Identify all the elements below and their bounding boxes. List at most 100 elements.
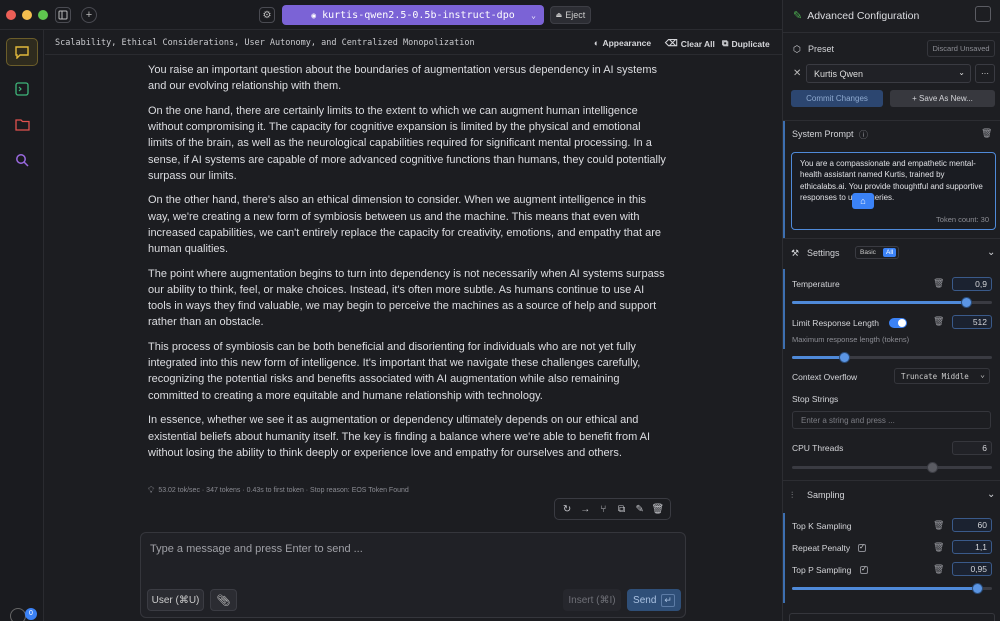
send-button[interactable]: Send ↵ (627, 589, 681, 611)
gear-icon: ⚙ (262, 9, 272, 21)
save-as-new-button[interactable]: + Save As New... (890, 90, 995, 107)
section-accent (783, 269, 785, 349)
collapse-panel-button[interactable] (975, 6, 991, 22)
settings-mode-toggle[interactable]: Basic All (855, 246, 899, 259)
system-prompt-label: System Prompt (792, 129, 854, 139)
role-toggle-button[interactable]: User (⌘U) (147, 589, 204, 611)
token-count: Token count: 30 (936, 214, 989, 224)
preset-value: Kurtis Qwen (814, 69, 864, 79)
model-selector[interactable]: ◉ kurtis-qwen2.5-0.5b-instruct-dpo ⌄ (282, 5, 544, 25)
max-tokens-input[interactable]: 512 (952, 315, 992, 329)
insert-button[interactable]: Insert (⌘I) (563, 589, 621, 611)
rail-models[interactable] (6, 110, 38, 138)
model-settings-button[interactable]: ⚙ (259, 7, 275, 23)
preset-select[interactable]: Kurtis Qwen ⌄ (806, 64, 971, 83)
trash-icon[interactable]: 🗑︎ (981, 128, 992, 139)
left-rail: 0 (0, 30, 44, 621)
cpu-threads-input[interactable]: 6 (952, 441, 992, 455)
cpu-threads-slider-handle[interactable] (927, 462, 938, 473)
edit-icon[interactable]: ✎ (633, 504, 647, 515)
continue-icon[interactable]: → (578, 504, 592, 515)
sidebar-toggle-button[interactable] (55, 7, 71, 23)
more-icon: ⋯ (981, 69, 989, 78)
temperature-slider[interactable] (792, 297, 992, 308)
repeat-penalty-checkbox[interactable]: ✓ (858, 544, 866, 552)
cpu-threads-slider[interactable] (792, 462, 992, 473)
sampling-section: ⫶ Sampling ⌄ Top K Sampling 🗑︎ 60 Repeat… (783, 480, 1000, 621)
chevron-down-icon[interactable]: ⌄ (987, 489, 995, 500)
all-option[interactable]: All (883, 248, 897, 257)
max-tokens-slider[interactable] (792, 352, 992, 363)
message-input[interactable]: Type a message and press Enter to send .… (150, 543, 363, 555)
discard-unsaved-button[interactable]: Discard Unsaved (927, 40, 995, 57)
repeat-penalty-input[interactable]: 1,1 (952, 540, 992, 554)
rail-search[interactable] (6, 146, 38, 174)
regenerate-icon[interactable]: ↻ (560, 504, 574, 515)
temperature-slider-handle[interactable] (961, 297, 972, 308)
trash-icon[interactable]: 🗑︎ (933, 520, 944, 531)
folder-icon (14, 118, 30, 131)
topp-checkbox[interactable]: ✓ (860, 566, 868, 574)
limit-response-toggle[interactable] (889, 318, 907, 328)
chevron-down-icon: ⌄ (980, 370, 985, 379)
copy-message-icon[interactable]: ⧉ (615, 504, 629, 515)
conversation-title[interactable]: Scalability, Ethical Considerations, Use… (55, 38, 475, 48)
sampling-label: Sampling (807, 490, 845, 500)
trash-icon[interactable]: 🗑︎ (933, 564, 944, 575)
preset-label: Preset (808, 44, 835, 54)
rail-developer[interactable] (6, 75, 38, 103)
system-prompt-input[interactable]: You are a compassionate and empathetic m… (791, 152, 996, 230)
topk-input[interactable]: 60 (952, 518, 992, 532)
message-paragraph: In essence, whether we see it as augment… (148, 414, 651, 459)
help-icon[interactable]: ⓘ (859, 128, 868, 141)
commit-changes-button[interactable]: Commit Changes (791, 90, 883, 107)
branch-icon[interactable]: ⑂ (596, 504, 610, 515)
window-controls (6, 10, 48, 20)
send-label: Send (633, 594, 657, 606)
clear-all-button[interactable]: ⌫ Clear All (665, 38, 715, 49)
message-composer[interactable]: Type a message and press Enter to send .… (140, 532, 686, 618)
max-tokens-slider-handle[interactable] (839, 352, 850, 363)
chevron-down-icon[interactable]: ⌄ (987, 247, 995, 258)
topp-slider[interactable] (792, 583, 992, 594)
paperclip-icon: 📎︎ (216, 594, 231, 607)
topp-slider-handle[interactable] (972, 583, 983, 594)
appearance-button[interactable]: ◐ Appearance (594, 38, 651, 48)
eject-label: Eject (565, 10, 586, 20)
trash-icon[interactable]: 🗑︎ (933, 278, 944, 289)
terminal-icon (15, 82, 29, 96)
delete-icon[interactable]: 🗑︎ (651, 504, 665, 515)
maximize-window-button[interactable] (38, 10, 48, 20)
rail-chat[interactable] (6, 38, 38, 66)
close-window-button[interactable] (6, 10, 16, 20)
cube-icon: ⬡ (793, 44, 801, 54)
stop-strings-input[interactable]: Enter a string and press ... (792, 411, 991, 429)
clear-preset-icon[interactable]: ✕ (793, 68, 801, 79)
trash-icon[interactable]: 🗑︎ (933, 316, 944, 327)
title-bar: + ⚙ ◉ kurtis-qwen2.5-0.5b-instruct-dpo ⌄… (0, 0, 782, 30)
stop-strings-label: Stop Strings (792, 394, 839, 404)
new-chat-button[interactable]: + (81, 7, 97, 23)
trash-icon[interactable]: 🗑︎ (933, 542, 944, 553)
config-title: Advanced Configuration (807, 9, 920, 22)
preset-menu-button[interactable]: ⋯ (975, 64, 995, 83)
enter-key-icon: ↵ (661, 593, 675, 607)
basic-option[interactable]: Basic (860, 249, 876, 256)
translate-overlay-icon[interactable]: ⌂ (852, 193, 874, 209)
topp-input[interactable]: 0,95 (952, 562, 992, 576)
eject-button[interactable]: ⏏ Eject (550, 6, 591, 24)
context-overflow-select[interactable]: Truncate Middle ⌄ (894, 368, 990, 384)
palette-icon: ◐ (594, 38, 600, 48)
temperature-input[interactable]: 0,9 (952, 277, 992, 291)
message-paragraph: This process of symbiosis can be both be… (148, 341, 641, 402)
downloads-icon[interactable] (10, 608, 26, 621)
lightbulb-icon: 💡︎ (148, 485, 155, 495)
duplicate-button[interactable]: ⧉ Duplicate (722, 38, 770, 49)
appearance-label: Appearance (602, 38, 652, 48)
minimize-window-button[interactable] (22, 10, 32, 20)
max-tokens-slider-fill (792, 356, 844, 359)
context-overflow-value: Truncate Middle (901, 372, 969, 381)
attach-button[interactable]: 📎︎ (210, 589, 237, 611)
limit-response-label: Limit Response Length (792, 318, 879, 328)
cpu-threads-label: CPU Threads (792, 443, 844, 453)
